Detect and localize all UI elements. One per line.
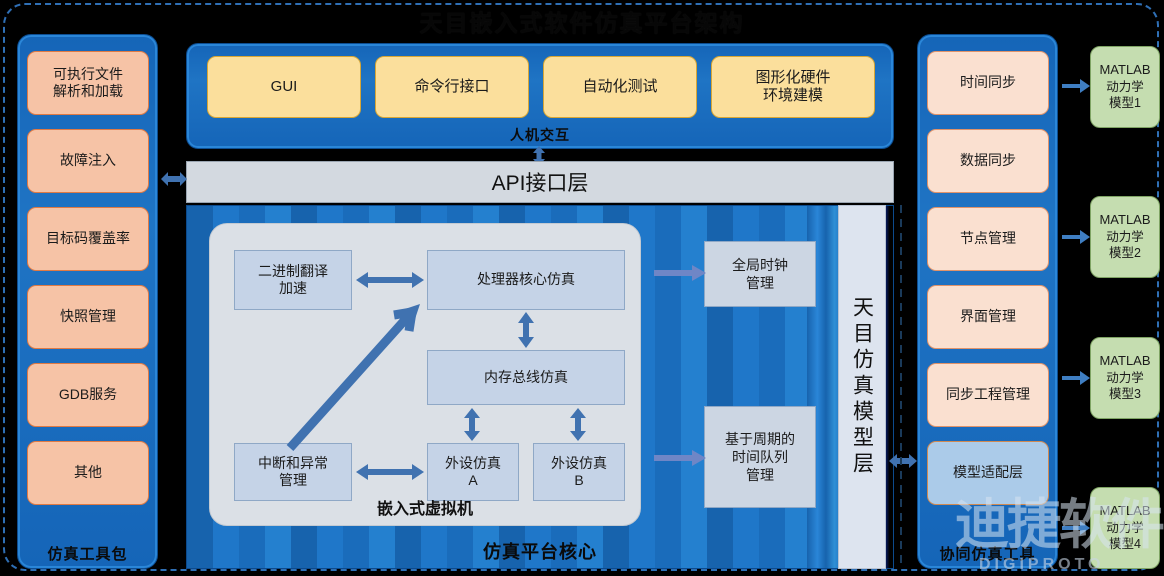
tool-item-label: 可执行文件 解析和加载 — [53, 65, 123, 100]
tool-item-fault-injection[interactable]: 故障注入 — [27, 129, 149, 193]
matlab-sub2: 模型2 — [1109, 246, 1141, 261]
hmi-item-label: GUI — [270, 77, 298, 95]
arrow-to-matlab-1 — [1062, 79, 1090, 93]
vm-node-processor-core-sim[interactable]: 处理器核心仿真 — [427, 250, 625, 310]
matlab-sub1: 动力学 — [1106, 521, 1144, 536]
hmi-item-gui[interactable]: GUI — [207, 56, 361, 118]
tool-item-other[interactable]: 其他 — [27, 441, 149, 505]
arrow-membus-to-peripheral-a — [462, 408, 482, 441]
sync-item-data-sync[interactable]: 数据同步 — [927, 129, 1049, 193]
human-machine-interaction-panel: GUI 命令行接口 自动化测试 图形化硬件 环境建模 人机交互 — [186, 43, 894, 149]
sync-item-time-sync[interactable]: 时间同步 — [927, 51, 1049, 115]
hmi-item-command-line[interactable]: 命令行接口 — [375, 56, 529, 118]
arrow-bt-to-processor — [356, 270, 424, 290]
vm-node-label: 外设仿真 A — [445, 454, 501, 489]
sync-item-label: 节点管理 — [960, 230, 1016, 247]
arrow-processor-to-membus — [516, 312, 536, 348]
cosimulation-tools-panel: 时间同步 数据同步 节点管理 界面管理 同步工程管理 模型适配层 协同仿真工具 — [917, 34, 1058, 569]
sync-item-label: 界面管理 — [960, 308, 1016, 325]
simulation-toolkit-panel: 可执行文件 解析和加载 故障注入 目标码覆盖率 快照管理 GDB服务 其他 仿真工… — [17, 34, 158, 569]
matlab-model-1[interactable]: MATLAB 动力学 模型1 — [1090, 46, 1160, 128]
core-node-global-clock-mgmt[interactable]: 全局时钟 管理 — [704, 241, 816, 307]
matlab-title: MATLAB — [1099, 212, 1151, 228]
hmi-item-label: 命令行接口 — [414, 77, 490, 95]
api-interface-layer-label: API接口层 — [491, 172, 589, 195]
diagram-title: 天目嵌入式软件仿真平台架构 — [419, 10, 745, 36]
sync-item-ui-management[interactable]: 界面管理 — [927, 285, 1049, 349]
arrow-to-matlab-3 — [1062, 371, 1090, 385]
vm-node-memory-bus-sim[interactable]: 内存总线仿真 — [427, 350, 625, 405]
tool-item-label: GDB服务 — [58, 386, 118, 403]
vm-node-label: 二进制翻译 加速 — [258, 262, 328, 297]
vm-node-binary-translation[interactable]: 二进制翻译 加速 — [234, 250, 352, 310]
arrow-to-matlab-4 — [1062, 521, 1090, 535]
core-node-label: 基于周期的 时间队列 管理 — [725, 430, 795, 484]
hmi-item-automated-test[interactable]: 自动化测试 — [543, 56, 697, 118]
vm-node-interrupt-exception[interactable]: 中断和异常 管理 — [234, 443, 352, 501]
tool-item-label: 故障注入 — [60, 152, 116, 169]
embedded-virtual-machine-caption: 嵌入式虚拟机 — [376, 501, 473, 518]
core-node-cycle-time-queue-mgmt[interactable]: 基于周期的 时间队列 管理 — [704, 406, 816, 508]
hmi-item-label: 自动化测试 — [582, 77, 658, 95]
hmi-item-label: 图形化硬件 环境建模 — [755, 68, 831, 104]
tool-item-object-code-coverage[interactable]: 目标码覆盖率 — [27, 207, 149, 271]
vm-node-label: 外设仿真 B — [551, 454, 607, 489]
tool-item-executable-parse-load[interactable]: 可执行文件 解析和加载 — [27, 51, 149, 115]
architecture-diagram: 天目嵌入式软件仿真平台架构 可执行文件 解析和加载 故障注入 目标码覆盖率 快照管… — [0, 0, 1164, 576]
tianmu-layer-label: 天目仿真模型层 — [850, 296, 874, 478]
tool-item-label: 其他 — [74, 464, 102, 481]
vm-node-peripheral-sim-b[interactable]: 外设仿真 B — [533, 443, 625, 501]
matlab-sub2: 模型4 — [1109, 537, 1141, 552]
arrow-vm-to-time-queue — [654, 449, 706, 467]
matlab-title: MATLAB — [1099, 353, 1151, 369]
arrow-to-matlab-2 — [1062, 230, 1090, 244]
sync-item-label: 模型适配层 — [953, 464, 1023, 481]
matlab-sub2: 模型1 — [1109, 96, 1141, 111]
tool-item-snapshot-management[interactable]: 快照管理 — [27, 285, 149, 349]
simulation-platform-core-caption: 仿真平台核心 — [483, 542, 597, 562]
simulation-toolkit-caption: 仿真工具包 — [47, 546, 128, 563]
matlab-sub2: 模型3 — [1109, 387, 1141, 402]
tool-item-gdb-service[interactable]: GDB服务 — [27, 363, 149, 427]
simulation-platform-core: 二进制翻译 加速 处理器核心仿真 内存总线仿真 中断和异常 管理 外设仿真 A 外设仿… — [186, 205, 894, 569]
sync-item-sync-project-mgmt[interactable]: 同步工程管理 — [927, 363, 1049, 427]
tool-item-label: 快照管理 — [60, 308, 116, 325]
matlab-sub1: 动力学 — [1106, 80, 1144, 95]
sync-item-model-adapter-layer[interactable]: 模型适配层 — [927, 441, 1049, 505]
vm-node-label: 内存总线仿真 — [484, 368, 568, 385]
sync-item-node-management[interactable]: 节点管理 — [927, 207, 1049, 271]
tianmu-simulation-model-layer: 天目仿真模型层 — [838, 205, 886, 569]
dashed-divider-right — [899, 205, 903, 569]
api-interface-layer: API接口层 — [186, 161, 894, 203]
matlab-sub1: 动力学 — [1106, 371, 1144, 386]
cosimulation-tools-caption: 协同仿真工具 — [939, 546, 1036, 563]
matlab-model-4[interactable]: MATLAB 动力学 模型4 — [1090, 487, 1160, 569]
arrow-vm-to-global-clock — [654, 264, 706, 282]
arrow-membus-to-peripheral-b — [568, 408, 588, 441]
hmi-item-graphical-hw-model[interactable]: 图形化硬件 环境建模 — [711, 56, 875, 118]
vm-node-peripheral-sim-a[interactable]: 外设仿真 A — [427, 443, 519, 501]
vm-node-label: 中断和异常 管理 — [258, 454, 328, 489]
core-node-label: 全局时钟 管理 — [732, 256, 788, 291]
sync-item-label: 同步工程管理 — [946, 386, 1030, 403]
arrow-toolkit-to-core — [161, 170, 187, 188]
matlab-title: MATLAB — [1099, 62, 1151, 78]
human-machine-interaction-caption: 人机交互 — [510, 127, 570, 143]
embedded-virtual-machine: 二进制翻译 加速 处理器核心仿真 内存总线仿真 中断和异常 管理 外设仿真 A 外设仿… — [209, 223, 641, 526]
arrow-interrupt-to-processor-diagonal — [286, 304, 440, 454]
sync-item-label: 数据同步 — [960, 152, 1016, 169]
vm-node-label: 处理器核心仿真 — [477, 271, 575, 288]
tool-item-label: 目标码覆盖率 — [46, 230, 130, 247]
sync-item-label: 时间同步 — [960, 74, 1016, 91]
matlab-title: MATLAB — [1099, 503, 1151, 519]
matlab-model-3[interactable]: MATLAB 动力学 模型3 — [1090, 337, 1160, 419]
matlab-sub1: 动力学 — [1106, 230, 1144, 245]
matlab-model-2[interactable]: MATLAB 动力学 模型2 — [1090, 196, 1160, 278]
arrow-interrupt-to-peripheral-a — [356, 462, 424, 482]
